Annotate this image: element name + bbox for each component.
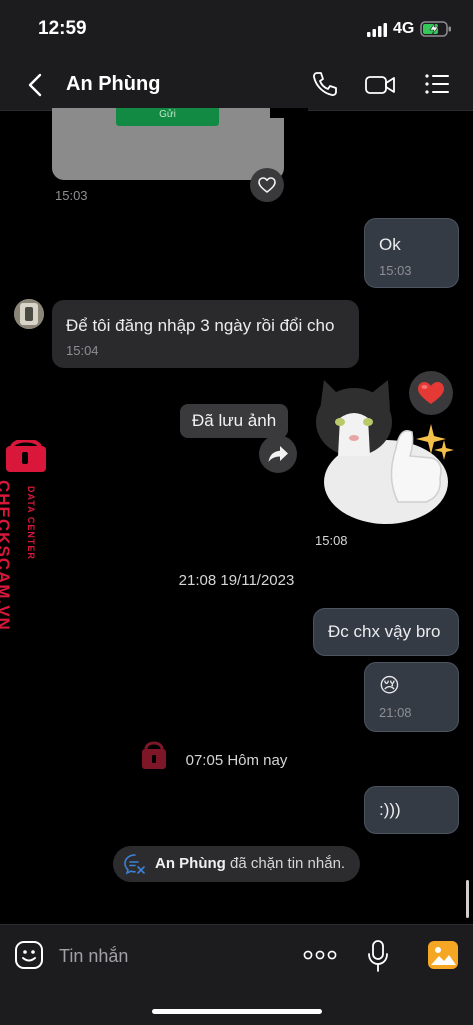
image-green-button: Gửi xyxy=(116,108,219,126)
heart-outline-icon xyxy=(258,177,276,193)
blocked-notice-text: An Phùng đã chặn tin nhắn. xyxy=(155,855,345,872)
message-input[interactable] xyxy=(57,939,291,973)
phone-call-icon[interactable] xyxy=(311,70,339,98)
message-time: 15:04 xyxy=(66,343,99,358)
crying-emoji: 😢 xyxy=(379,675,400,697)
date-separator: 21:08 19/11/2023 xyxy=(178,572,295,589)
watermark-side-text: CHECKSCAM.VN xyxy=(0,480,26,640)
message-text: Đc chx vậy bro xyxy=(328,622,441,641)
reaction-button[interactable] xyxy=(409,371,453,415)
menu-list-icon[interactable] xyxy=(424,72,450,96)
watermark-side-subtext: DATA CENTER xyxy=(26,486,38,586)
watermark-sub: DATA CENTER xyxy=(26,486,36,560)
signal-icon xyxy=(367,23,387,37)
home-indicator xyxy=(152,1009,322,1014)
video-call-icon[interactable] xyxy=(364,71,396,99)
message-bubble-outgoing[interactable]: :))) xyxy=(364,786,459,834)
blocked-notice-name: An Phùng xyxy=(155,855,226,872)
saved-photo-label: Đã lưu ảnh xyxy=(180,404,289,438)
status-time: 12:59 xyxy=(38,18,87,39)
network-type: 4G xyxy=(393,20,415,37)
message-time: 15:03 xyxy=(379,263,412,278)
scrollbar[interactable] xyxy=(466,880,469,918)
blocked-chat-icon xyxy=(124,854,145,875)
like-button[interactable] xyxy=(250,168,284,202)
message-text: :))) xyxy=(379,800,401,819)
image-overlap-mask xyxy=(270,108,308,118)
message-text: Để tôi đăng nhập 3 ngày rồi đổi cho xyxy=(66,316,335,335)
blocked-notice-message: đã chặn tin nhắn. xyxy=(225,855,346,872)
message-text: Ok xyxy=(379,235,401,254)
avatar[interactable] xyxy=(14,299,44,329)
image-button-label: Gửi xyxy=(159,109,176,120)
more-options-icon[interactable] xyxy=(303,950,337,960)
sticker-time: 15:08 xyxy=(315,533,348,548)
image-time: 15:03 xyxy=(55,188,88,203)
sticker-emoji-icon[interactable] xyxy=(14,940,44,970)
gallery-image-icon[interactable] xyxy=(428,941,458,969)
watermark-brand: CHECKSCAM.VN xyxy=(0,480,13,631)
blocked-notice: An Phùng đã chặn tin nhắn. xyxy=(113,846,360,882)
status-bar: 12:59 4G xyxy=(0,0,473,58)
message-bubble-outgoing[interactable]: 😢 21:08 xyxy=(364,662,459,732)
battery-charging-icon xyxy=(420,21,451,37)
message-bubble-incoming[interactable]: Để tôi đăng nhập 3 ngày rồi đổi cho 15:0… xyxy=(52,300,359,368)
message-bubble-outgoing[interactable]: Đc chx vậy bro xyxy=(313,608,459,656)
share-button[interactable] xyxy=(259,435,297,473)
date-separator: 07:05 Hôm nay xyxy=(185,752,288,769)
message-bubble-outgoing[interactable]: Ok 15:03 xyxy=(364,218,459,288)
composer-bar xyxy=(0,924,473,1025)
message-time: 21:08 xyxy=(379,705,412,720)
avatar-image xyxy=(14,299,44,329)
contact-name[interactable]: An Phùng xyxy=(66,73,160,96)
chat-header: An Phùng xyxy=(0,58,473,111)
back-arrow-icon[interactable] xyxy=(24,72,48,98)
heart-filled-icon xyxy=(418,382,444,404)
microphone-icon[interactable] xyxy=(366,939,390,973)
share-arrow-icon xyxy=(268,446,288,462)
